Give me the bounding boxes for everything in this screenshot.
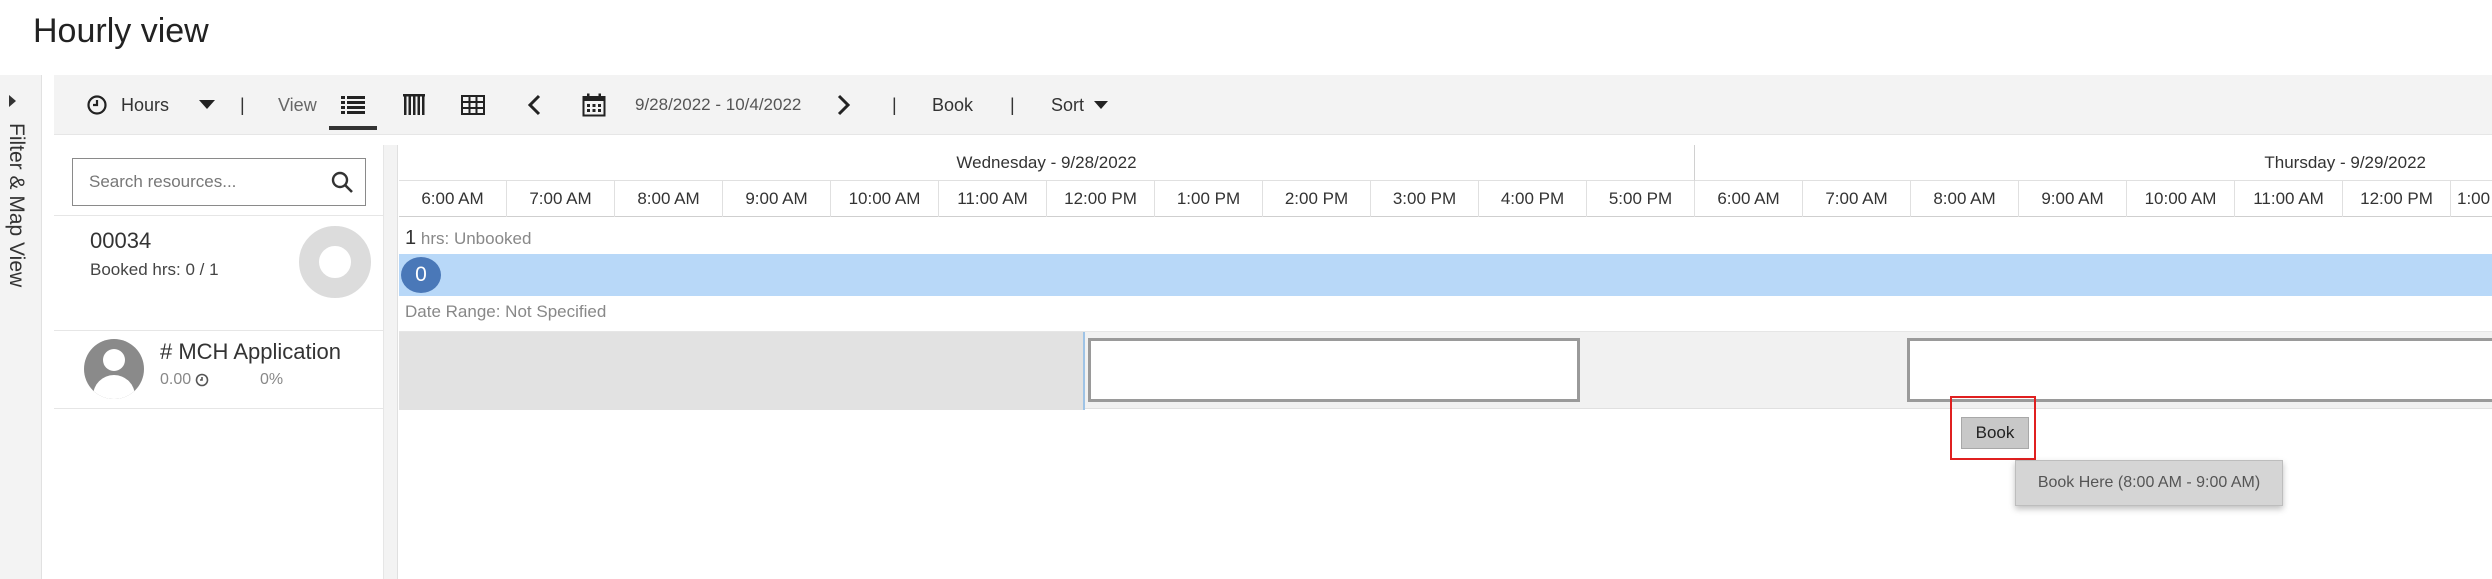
hour-label: 8:00 AM (1911, 181, 2019, 217)
day-header-wednesday: Wednesday - 9/28/2022 (399, 145, 1695, 181)
chevron-left-icon (527, 94, 541, 116)
view-label: View (278, 94, 317, 115)
hour-label: 9:00 AM (723, 181, 831, 217)
list-view-icon (341, 96, 365, 114)
hour-label: 7:00 AM (1803, 181, 1911, 217)
resource-pane: 00034 Booked hrs: 0 / 1 # MCH Applicatio… (54, 145, 384, 579)
sort-label: Sort (1051, 94, 1085, 115)
requirement-hours-status: 1 hrs: Unbooked (405, 227, 531, 250)
clock-icon (195, 373, 209, 387)
booked-hours: Booked hrs: 0 / 1 (90, 260, 219, 279)
person-head-shape (103, 349, 125, 371)
booking-progress-donut (299, 226, 371, 298)
book-tooltip: Book Here (8:00 AM - 9:00 AM) (2015, 460, 2283, 506)
hour-label: 11:00 AM (939, 181, 1047, 217)
hour-label: 7:00 AM (507, 181, 615, 217)
day-header-thursday: Thursday - 9/29/2022 (1695, 145, 2492, 181)
hour-label: 10:00 AM (831, 181, 939, 217)
hours-header: 6:00 AM 7:00 AM 8:00 AM 9:00 AM 10:00 AM… (399, 181, 2492, 217)
avatar (84, 339, 144, 399)
requirement-hours-unit: hrs: (420, 229, 450, 248)
hour-label: 12:00 PM (1047, 181, 1155, 217)
available-slot[interactable] (1088, 338, 1580, 402)
resource-timeline[interactable] (399, 331, 2492, 410)
requirement-hours-number: 1 (405, 227, 417, 249)
hour-label: 9:00 AM (2019, 181, 2127, 217)
resource-hours-value: 0.00 (160, 371, 192, 388)
hour-label: 2:00 PM (1263, 181, 1371, 217)
separator: | (1010, 94, 1015, 115)
person-body-shape (93, 375, 135, 399)
toolbar: Hours | View 9/28/2022 - 10/4/2022 | Boo… (54, 75, 2492, 135)
book-slot-button[interactable]: Book (1961, 417, 2029, 449)
previous-button[interactable] (527, 75, 541, 135)
date-range-label[interactable]: 9/28/2022 - 10/4/2022 (635, 75, 801, 135)
hour-label: 1:00 PM (1155, 181, 1263, 217)
resource-name: # MCH Application (160, 339, 341, 364)
resource-hours: 0.00 (160, 371, 209, 389)
calendar-icon (582, 93, 606, 117)
next-button[interactable] (837, 75, 851, 135)
expand-caret-icon[interactable] (9, 95, 16, 107)
hour-label: 11:00 AM (2235, 181, 2343, 217)
current-time-marker (1083, 332, 1085, 410)
page-title: Hourly view (33, 12, 209, 50)
sort-dropdown[interactable]: Sort (1051, 75, 1109, 135)
search-icon[interactable] (331, 171, 353, 193)
separator: | (892, 94, 897, 115)
clock-icon (87, 95, 107, 115)
pane-splitter[interactable] (384, 145, 398, 579)
resource-utilization: 0% (260, 371, 284, 388)
hours-label: Hours (121, 94, 170, 115)
vertical-view-button[interactable] (403, 75, 425, 135)
calendar-button[interactable] (582, 75, 606, 135)
chevron-down-icon (1094, 100, 1109, 109)
filter-map-view-label[interactable]: Filter & Map View (4, 123, 28, 287)
available-slot[interactable] (1907, 338, 2492, 402)
hour-label: 8:00 AM (615, 181, 723, 217)
chevron-down-icon[interactable] (199, 100, 216, 110)
hour-label: 6:00 AM (1695, 181, 1803, 217)
vertical-columns-icon (403, 94, 425, 115)
search-input[interactable] (73, 159, 323, 205)
search-box (72, 158, 366, 206)
separator: | (240, 94, 245, 115)
requirement-status: Unbooked (453, 229, 532, 248)
chevron-right-icon (837, 94, 851, 116)
hour-label: 10:00 AM (2127, 181, 2235, 217)
requirement-bar[interactable] (399, 254, 2492, 296)
hour-label: 3:00 PM (1371, 181, 1479, 217)
hour-label: 12:00 PM (2343, 181, 2451, 217)
requirement-row[interactable]: 00034 Booked hrs: 0 / 1 (54, 215, 384, 331)
hour-label: 5:00 PM (1587, 181, 1695, 217)
hour-label: 1:00 PM (2451, 181, 2492, 217)
active-view-indicator (329, 126, 377, 130)
requirement-date-range: Date Range: Not Specified (405, 302, 607, 321)
unavailable-block (399, 332, 1083, 410)
grid-view-button[interactable] (461, 75, 485, 135)
grid-view-icon (461, 95, 485, 115)
requirement-count-badge: 0 (401, 257, 441, 293)
schedule-board: Hours | View 9/28/2022 - 10/4/2022 | Boo… (54, 75, 2492, 579)
resource-row[interactable]: # MCH Application 0.00 0% (54, 331, 384, 409)
schedule-grid: Wednesday - 9/28/2022 Thursday - 9/29/20… (399, 145, 2492, 579)
book-toolbar-button[interactable]: Book (932, 75, 973, 135)
hour-label: 6:00 AM (399, 181, 507, 217)
hours-dropdown[interactable]: Hours (86, 75, 216, 135)
hour-label: 4:00 PM (1479, 181, 1587, 217)
filter-map-view-panel[interactable]: Filter & Map View (0, 75, 42, 579)
requirement-id: 00034 (90, 228, 152, 253)
